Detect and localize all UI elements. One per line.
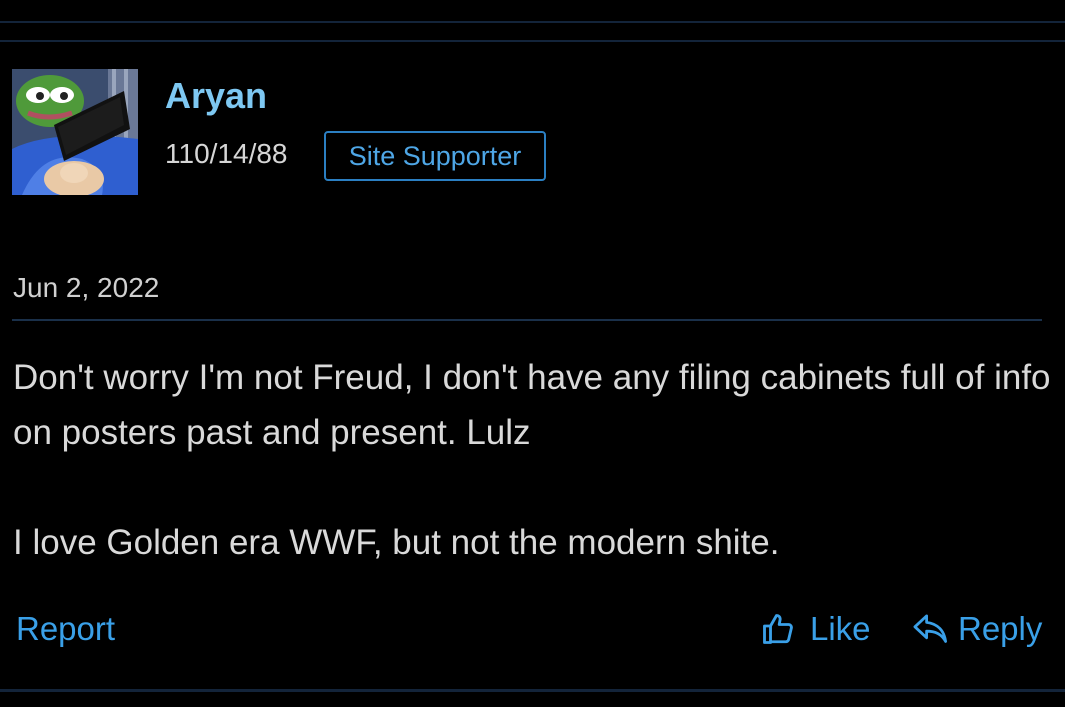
reply-arrow-icon	[913, 614, 948, 643]
top-divider	[0, 21, 1065, 23]
bottom-divider	[0, 689, 1065, 692]
post-paragraph: Don't worry I'm not Freud, I don't have …	[13, 358, 1051, 452]
post-paragraph: I love Golden era WWF, but not the moder…	[13, 523, 780, 562]
like-label: Like	[810, 610, 871, 647]
like-button[interactable]: Like	[760, 606, 871, 652]
post-body: Don't worry I'm not Freud, I don't have …	[13, 350, 1053, 570]
author-meta: 110/14/88	[165, 138, 288, 169]
post-date[interactable]: Jun 2, 2022	[13, 268, 159, 308]
reply-label: Reply	[958, 610, 1043, 647]
report-button[interactable]: Report	[16, 606, 115, 652]
report-label: Report	[16, 610, 116, 647]
thumbs-up-icon	[763, 614, 793, 644]
avatar[interactable]	[12, 69, 138, 195]
date-divider	[12, 319, 1042, 321]
top-divider-secondary	[0, 40, 1065, 42]
frog-avatar-icon	[12, 69, 138, 195]
post-page: Aryan 110/14/88 Site Supporter Jun 2, 20…	[0, 0, 1065, 707]
reply-button[interactable]: Reply	[912, 606, 1042, 652]
author-name[interactable]: Aryan	[165, 74, 267, 118]
user-badge: Site Supporter	[324, 131, 546, 181]
